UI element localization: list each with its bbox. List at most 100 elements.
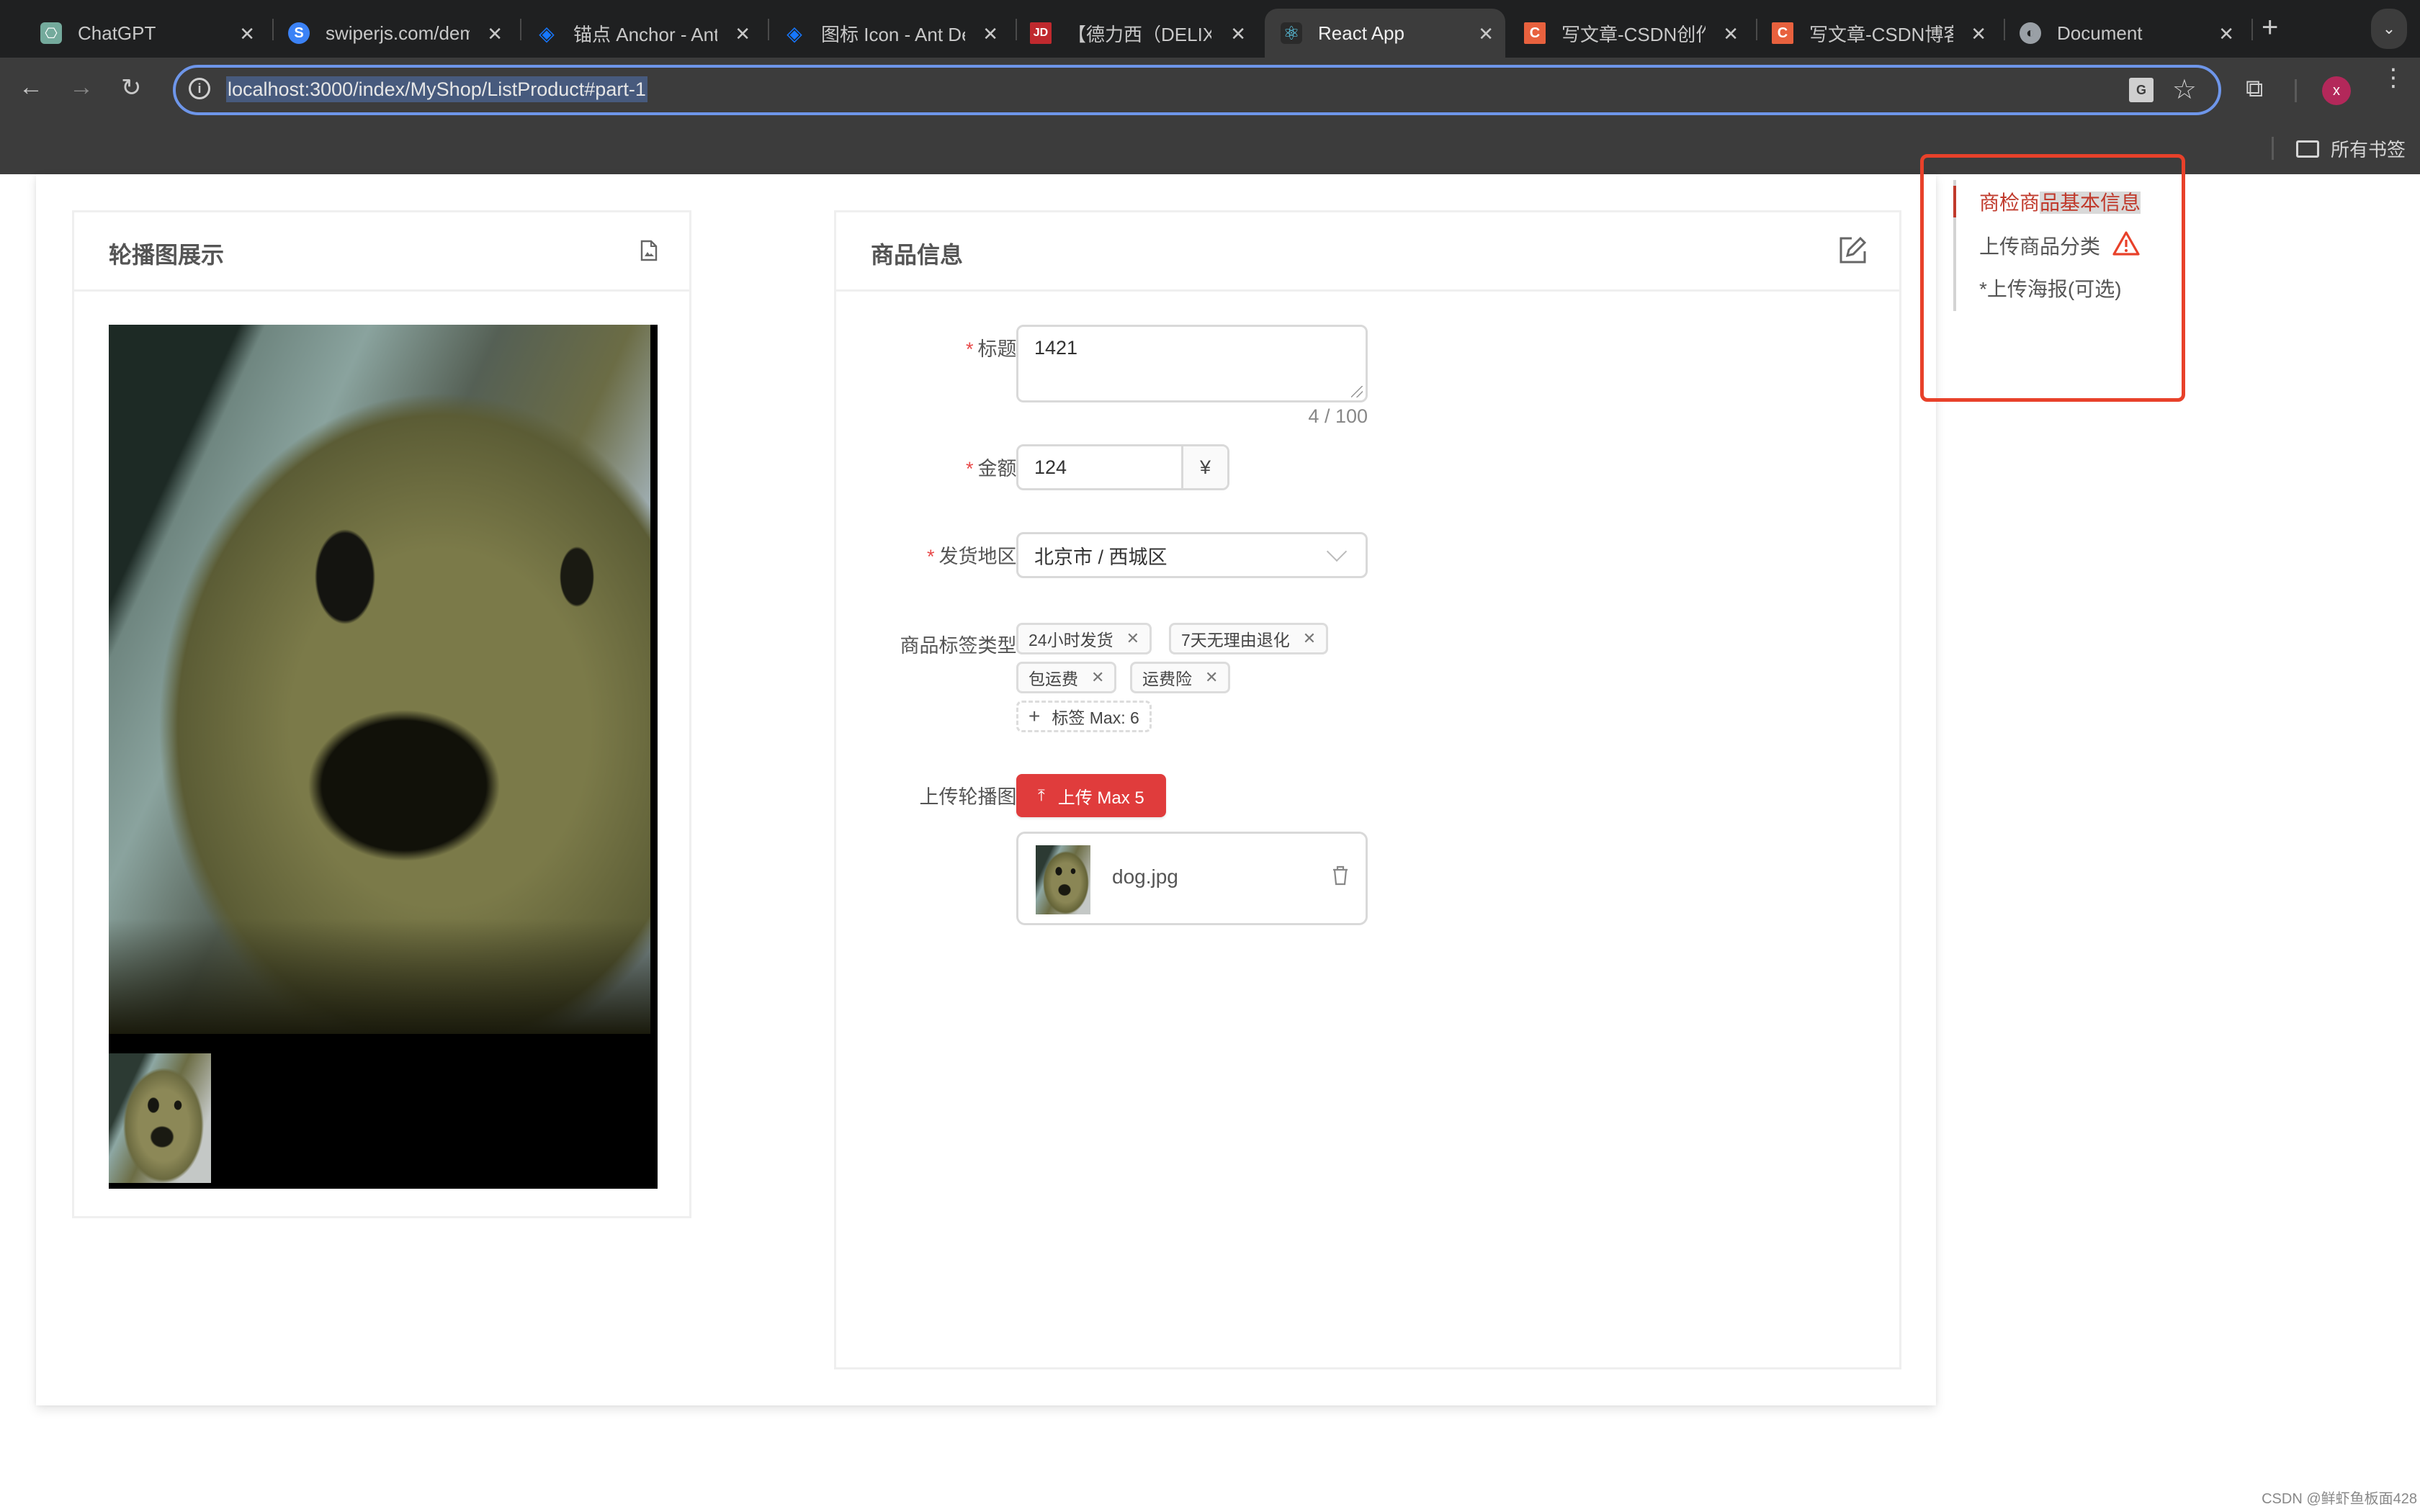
new-tab-button[interactable]: + [2262,12,2278,44]
tab-title: swiperjs.com/demos [326,22,470,44]
tab-divider [2004,19,2005,40]
region-label: *发货地区: [927,541,1022,569]
anchor-nav: 商检商品基本信息 上传商品分类 *上传海报(可选) [1953,180,2169,311]
profile-avatar[interactable]: x [2322,76,2351,105]
warning-icon [2112,230,2141,261]
all-bookmarks-label: 所有书签 [2331,139,2406,161]
all-bookmarks-button[interactable]: 所有书签 [2296,135,2406,162]
close-icon[interactable]: ✕ [1303,629,1316,648]
reload-button[interactable]: ↻ [121,73,142,102]
chevron-down-icon [1326,541,1348,562]
tag-item: 24小时发货 ✕ [1016,623,1152,654]
close-tab-icon[interactable]: ✕ [735,23,750,45]
resize-handle[interactable] [1351,386,1363,397]
back-button[interactable]: ← [19,73,43,102]
tag-text: 包运费 [1028,670,1078,688]
tab-title: 写文章-CSDN创作中心 [1561,23,1706,45]
watermark: CSDN @鲜虾鱼板面428 [2262,1491,2417,1507]
close-tab-icon[interactable]: ✕ [239,23,255,45]
jd-icon: JD [1030,22,1052,44]
tab-title: 图标 Icon - Ant Design [821,23,965,45]
close-tab-icon[interactable]: ✕ [1478,23,1494,45]
anchor-link-category[interactable]: 上传商品分类 [1979,230,2141,261]
amount-label: *金额: [966,453,1022,481]
tab-document[interactable]: ◐ Document ✕ [2008,9,2246,58]
tab-title: React App [1318,22,1404,44]
tab-title: Document [2057,22,2143,44]
toolbar-divider [2295,79,2297,102]
carousel-card-header: 轮播图展示 [74,212,689,292]
selected-text-highlight: 品基本信息 [2040,192,2141,214]
image-carousel[interactable] [109,325,658,1189]
tab-search-button[interactable]: ⌄ [2371,9,2407,49]
url-text[interactable]: localhost:3000/index/MyShop/ListProduct#… [226,76,647,102]
upload-button[interactable]: ⤒ 上传 Max 5 [1016,774,1166,817]
site-info-icon[interactable]: i [189,78,210,99]
amount-label-box: *金额: [836,453,1022,482]
extensions-icon[interactable]: ⧉ [2246,75,2263,103]
file-thumbnail[interactable] [1036,845,1090,914]
delete-icon[interactable] [1332,865,1348,886]
title-textarea[interactable]: 1421 [1016,325,1368,402]
add-tag-button[interactable]: + 标签 Max: 6 [1016,701,1152,732]
tab-swiper[interactable]: S swiperjs.com/demos ✕ [277,9,514,58]
amount-value: 124 [1034,456,1067,478]
close-icon[interactable]: ✕ [1205,668,1218,687]
main-card: 轮播图展示 商品信息 *标题: [36,174,1936,1405]
region-label-box: *发货地区: [836,541,1022,570]
file-image-icon[interactable] [640,240,658,265]
tab-title: 【德力西（DELIXI） [1067,23,1211,45]
tab-chatgpt[interactable]: ⎔ ChatGPT ✕ [29,9,266,58]
title-value: 1421 [1034,337,1078,359]
csdn-icon: C [1772,22,1793,44]
amount-input[interactable]: 124 ¥ [1016,444,1229,490]
close-tab-icon[interactable]: ✕ [982,23,998,45]
anchor-link-poster[interactable]: *上传海报(可选) [1979,274,2122,302]
folder-icon [2296,140,2319,158]
title-label: *标题: [966,333,1022,361]
translate-icon[interactable]: G [2129,78,2154,102]
anchor-link-text: *上传海报(可选) [1979,278,2122,300]
address-bar[interactable]: i localhost:3000/index/MyShop/ListProduc… [173,65,2221,115]
tab-react-app[interactable]: ⚛ React App ✕ [1265,9,1505,58]
tab-jd[interactable]: JD 【德力西（DELIXI） ✕ [1020,9,1258,58]
carousel-thumbnail[interactable] [109,1053,211,1183]
close-tab-icon[interactable]: ✕ [1971,23,1986,45]
csdn-icon: C [1524,22,1546,44]
tab-title: 锚点 Anchor - Ant Design [573,23,717,45]
region-cascader[interactable]: 北京市 / 西城区 [1016,532,1368,578]
add-tag-label: 标签 Max: 6 [1052,708,1139,727]
upload-label: 上传轮播图: [919,781,1022,809]
tab-divider [520,19,521,40]
forward-button[interactable]: → [69,73,94,102]
tag-item: 运费险 ✕ [1130,662,1231,693]
product-form: *标题: 1421 4 / 100 *金额: 124 ¥ *发货地区: [836,212,1904,1372]
anchor-link-basic-info[interactable]: 商检商品基本信息 [1979,187,2141,216]
close-tab-icon[interactable]: ✕ [1230,23,1246,45]
tag-text: 24小时发货 [1028,631,1113,649]
close-tab-icon[interactable]: ✕ [2218,23,2234,45]
carousel-card: 轮播图展示 [72,210,691,1218]
tab-csdn-creation[interactable]: C 写文章-CSDN创作中心 ✕ [1512,9,1750,58]
tab-divider [2251,19,2253,40]
close-tab-icon[interactable]: ✕ [1723,23,1739,45]
title-label-box: *标题: [836,333,1022,362]
upload-label-box: 上传轮播图: [836,781,1022,810]
react-icon: ⚛ [1281,22,1302,44]
browser-menu-icon[interactable]: ⋮ [2381,66,2406,90]
close-tab-icon[interactable]: ✕ [487,23,503,45]
bookmark-divider [2272,137,2274,160]
file-name[interactable]: dog.jpg [1112,865,1178,888]
anchor-link-text: 上传商品分类 [1979,235,2101,258]
title-char-count: 4 / 100 [1308,405,1368,427]
close-icon[interactable]: ✕ [1091,668,1104,687]
bookmark-star-icon[interactable]: ☆ [2172,73,2197,106]
tab-anchor[interactable]: ◈ 锚点 Anchor - Ant Design ✕ [524,9,762,58]
tab-csdn-blog[interactable]: C 写文章-CSDN博客 ✕ [1760,9,1998,58]
tag-text: 运费险 [1142,670,1192,688]
tab-icon[interactable]: ◈ 图标 Icon - Ant Design ✕ [772,9,1010,58]
plus-icon: + [1028,705,1041,727]
chatgpt-icon: ⎔ [40,22,62,44]
tab-divider [272,19,274,40]
close-icon[interactable]: ✕ [1126,629,1139,648]
